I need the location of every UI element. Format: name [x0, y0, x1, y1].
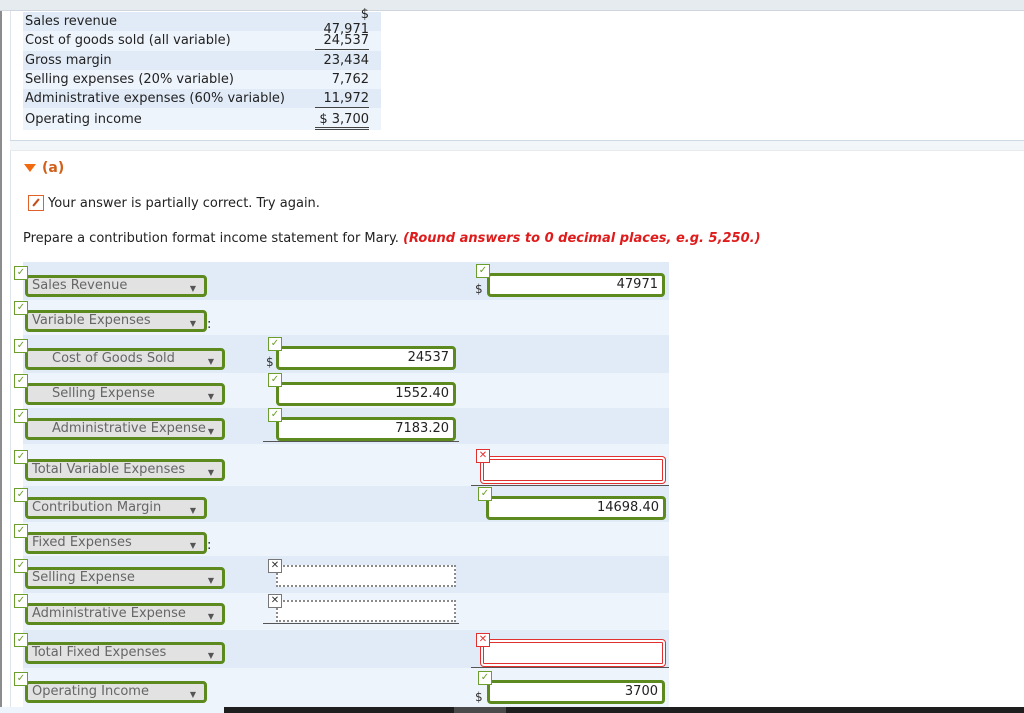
correct-check-icon: ✓ — [14, 488, 28, 502]
correct-check-icon: ✓ — [14, 633, 28, 647]
taskbar — [0, 707, 1024, 713]
colon: : — [207, 317, 212, 332]
dropdown-arrow-icon: ▼ — [207, 612, 214, 621]
collapse-triangle-icon — [24, 164, 36, 172]
instructions: Prepare a contribution format income sta… — [23, 231, 761, 246]
correct-check-icon: ✓ — [14, 524, 28, 538]
answer-row: ✓ Total Variable Expenses ▼ ✕ — [14, 444, 669, 486]
answer-row: ✓ Fixed Expenses ▼ : — [14, 522, 669, 556]
unanswered-x-icon: ✕ — [268, 594, 282, 608]
part-label: (a) — [42, 160, 65, 176]
correct-check-icon: ✓ — [14, 266, 28, 280]
dropdown-arrow-icon: ▼ — [189, 319, 196, 328]
dropdown-arrow-icon: ▼ — [189, 690, 196, 699]
answer-row: ✓ Sales Revenue ▼ ✓ $ 47971 — [14, 262, 669, 300]
dollar-sign: $ — [475, 690, 483, 704]
taskbar-active-item[interactable] — [454, 707, 506, 713]
correct-check-icon: ✓ — [268, 408, 282, 422]
account-select[interactable]: Administrative Expense ▼ — [25, 603, 225, 625]
dropdown-arrow-icon: ▼ — [207, 576, 214, 585]
amount-input[interactable]: 3700 — [487, 680, 665, 704]
subtotal-underline — [263, 441, 459, 442]
correct-check-icon: ✓ — [268, 373, 282, 387]
correct-check-icon: ✓ — [14, 301, 28, 315]
correct-check-icon: ✓ — [478, 487, 492, 501]
taskbar-dark-strip — [224, 707, 1024, 713]
panel-border — [10, 11, 11, 141]
amount-input[interactable] — [276, 600, 456, 622]
dropdown-arrow-icon: ▼ — [189, 506, 196, 515]
answer-row: ✓ Variable Expenses ▼ : — [14, 300, 669, 335]
account-select[interactable]: Fixed Expenses ▼ — [25, 532, 207, 554]
answer-row: ✓ Selling Expense ▼ ✓ 1552.40 — [14, 373, 669, 408]
section-separator — [10, 140, 1024, 151]
feedback-text: Your answer is partially correct. Try ag… — [48, 195, 320, 211]
answer-row: ✓ Administrative Expense ▼ ✕ — [14, 593, 669, 630]
account-select[interactable]: Operating Income ▼ — [25, 681, 207, 703]
part-a-toggle[interactable]: (a) — [24, 160, 64, 176]
rounding-note: (Round answers to 0 decimal places, e.g.… — [403, 231, 761, 246]
answer-row: ✓ Administrative Expense ▼ ✓ 7183.20 — [14, 408, 669, 444]
given-row: Selling expenses (20% variable) 7,762 — [23, 69, 381, 90]
amount-input[interactable] — [276, 565, 456, 587]
feedback-message: Your answer is partially correct. Try ag… — [28, 195, 320, 211]
dropdown-arrow-icon: ▼ — [207, 651, 214, 660]
correct-check-icon: ✓ — [14, 339, 28, 353]
account-select[interactable]: Selling Expense ▼ — [25, 567, 225, 589]
left-border — [0, 11, 3, 713]
account-select[interactable]: Sales Revenue ▼ — [25, 275, 207, 297]
correct-check-icon: ✓ — [14, 594, 28, 608]
incorrect-x-icon: ✕ — [476, 449, 490, 463]
account-select[interactable]: Total Variable Expenses ▼ — [25, 459, 225, 481]
correct-check-icon: ✓ — [14, 450, 28, 464]
correct-check-icon: ✓ — [268, 337, 282, 351]
correct-check-icon: ✓ — [14, 559, 28, 573]
given-row: Cost of goods sold (all variable) 24,537 — [23, 31, 381, 51]
dropdown-arrow-icon: ▼ — [207, 468, 214, 477]
dropdown-arrow-icon: ▼ — [207, 392, 214, 401]
account-select[interactable]: Selling Expense ▼ — [25, 383, 225, 405]
section-border — [10, 151, 11, 713]
partially-correct-icon — [28, 195, 44, 211]
correct-check-icon: ✓ — [14, 672, 28, 686]
given-row: Sales revenue $ 47,971 — [23, 7, 381, 37]
dropdown-arrow-icon: ▼ — [189, 541, 196, 550]
answer-row: ✓ Operating Income ▼ ✓ $ 3700 — [14, 668, 669, 708]
colon: : — [207, 538, 212, 553]
account-select[interactable]: Total Fixed Expenses ▼ — [25, 642, 225, 664]
incorrect-x-icon: ✕ — [476, 633, 490, 647]
given-row: Administrative expenses (60% variable) 11… — [23, 89, 381, 109]
answer-row: ✓ Selling Expense ▼ ✕ — [14, 556, 669, 593]
dollar-sign: $ — [266, 355, 274, 369]
given-row: Operating income $ 3,700 — [23, 108, 381, 131]
answer-row: ✓ Cost of Goods Sold ▼ ✓ $ 24537 — [14, 335, 669, 373]
dropdown-arrow-icon: ▼ — [207, 427, 214, 436]
correct-check-icon: ✓ — [14, 374, 28, 388]
amount-input[interactable]: 14698.40 — [486, 496, 666, 520]
correct-check-icon: ✓ — [14, 409, 28, 423]
account-select[interactable]: Administrative Expense ▼ — [25, 418, 225, 440]
amount-input[interactable]: 1552.40 — [276, 382, 456, 406]
given-income-statement: Sales revenue $ 47,971 Cost of goods sold… — [23, 7, 381, 131]
account-select[interactable]: Variable Expenses ▼ — [25, 310, 207, 332]
dollar-sign: $ — [475, 282, 483, 296]
amount-input[interactable] — [480, 639, 666, 667]
dropdown-arrow-icon: ▼ — [207, 357, 214, 366]
amount-input[interactable]: 47971 — [487, 273, 665, 297]
given-row: Gross margin 23,434 — [23, 50, 381, 70]
browser-top-bar — [0, 0, 1024, 11]
dropdown-arrow-icon: ▼ — [189, 284, 196, 293]
answer-row: ✓ Total Fixed Expenses ▼ ✕ — [14, 630, 669, 668]
answer-row: ✓ Contribution Margin ▼ ✓ 14698.40 — [14, 486, 669, 522]
correct-check-icon: ✓ — [478, 671, 492, 685]
correct-check-icon: ✓ — [476, 264, 490, 278]
amount-input[interactable]: 24537 — [276, 346, 456, 370]
answer-grid: ✓ Sales Revenue ▼ ✓ $ 47971 ✓ Variable Ex… — [14, 262, 669, 708]
amount-input[interactable]: 7183.20 — [276, 417, 456, 441]
subtotal-underline — [263, 623, 459, 624]
amount-input[interactable] — [480, 456, 666, 484]
account-select[interactable]: Contribution Margin ▼ — [25, 497, 207, 519]
account-select[interactable]: Cost of Goods Sold ▼ — [25, 348, 225, 370]
unanswered-x-icon: ✕ — [268, 559, 282, 573]
